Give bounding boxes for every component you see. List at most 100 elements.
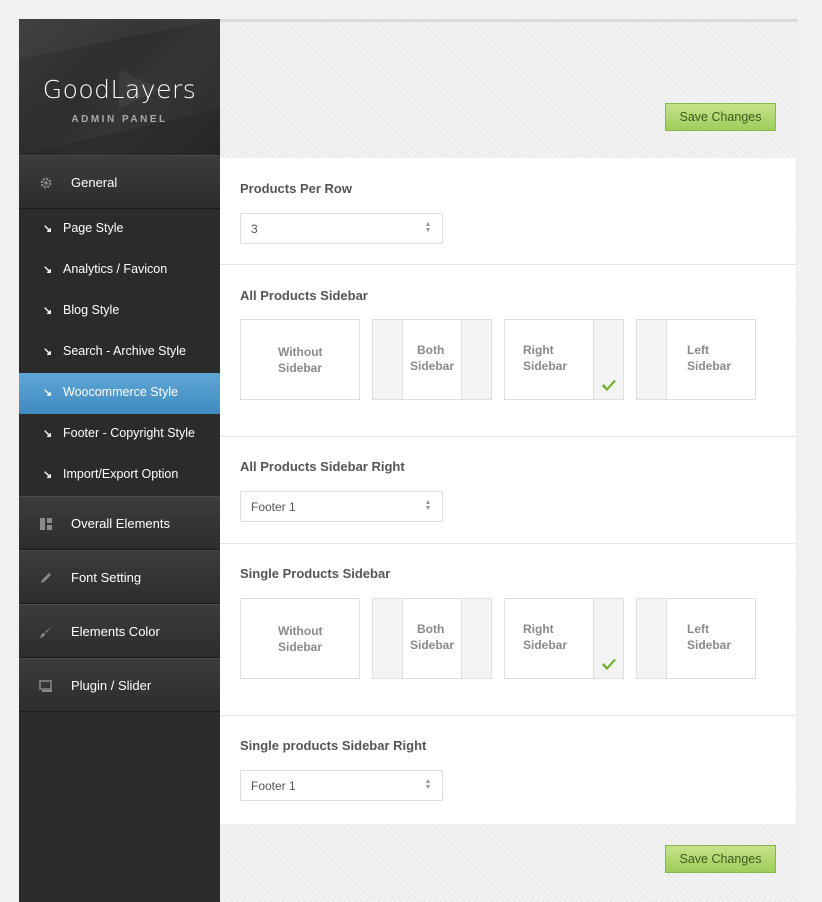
select-caret-icon: ▲ ▼ [424,499,432,512]
checkmark-icon [602,380,616,391]
sidebar-item-footer-copyright-style[interactable]: ↘ Footer - Copyright Style [19,414,220,455]
option-label-line2: Sidebar [687,638,732,652]
sidebar-option-both[interactable]: Both Sidebar [372,319,492,400]
sidebar: GoodLayers ADMIN PANEL General ↘ Page St… [19,19,220,902]
all-products-sidebar-right-select[interactable]: Footer 1 ▲ ▼ [240,491,443,522]
select-value: Footer 1 [251,779,296,793]
section-title: All Products Sidebar [240,288,368,303]
layout-icon [39,517,53,531]
sidebar-item-label: Footer - Copyright Style [63,426,195,440]
section-title: Products Per Row [240,181,352,196]
nav-item-label: Font Setting [71,570,142,585]
option-label-line1: Right [523,343,554,357]
section-single-products-sidebar: Single Products Sidebar Without Sidebar … [220,544,796,716]
option-label: Right Sidebar [523,342,567,374]
option-label-line2: Sidebar [687,359,732,373]
sidebar-item-page-style[interactable]: ↘ Page Style [19,209,220,250]
section-title: All Products Sidebar Right [240,459,405,474]
option-label-line2: Sidebar [278,361,323,375]
gear-icon [39,176,53,190]
sidebar-item-label: Search - Archive Style [63,344,186,358]
brand-subtitle: ADMIN PANEL [71,114,168,125]
save-changes-button-bottom[interactable]: Save Changes [665,845,776,873]
option-label-line2: Sidebar [523,638,568,652]
option-label-line2: Sidebar [410,638,455,652]
sidebar-option-left[interactable]: Left Sidebar [636,319,756,400]
option-label-line1: Both [417,622,445,636]
option-label-line1: Without [278,345,323,359]
sidebar-option-right[interactable]: Right Sidebar [504,319,624,400]
section-title: Single products Sidebar Right [240,738,427,753]
left-sidebar-block [637,599,667,678]
nav-general[interactable]: General [19,155,220,209]
option-label-line1: Without [278,624,323,638]
nav-plugin-slider[interactable]: Plugin / Slider [19,658,220,712]
single-products-sidebar-right-select[interactable]: Footer 1 ▲ ▼ [240,770,443,801]
settings-panel: Products Per Row 3 ▲ ▼ All Products Sideb… [220,158,796,824]
section-all-products-sidebar-right: All Products Sidebar Right Footer 1 ▲ ▼ [220,437,796,544]
sidebar-item-woocommerce-style[interactable]: ↘ Woocommerce Style [19,373,220,414]
sidebar-option-both[interactable]: Both Sidebar [372,598,492,679]
products-per-row-select[interactable]: 3 ▲ ▼ [240,213,443,244]
option-label-line1: Right [523,622,554,636]
sidebar-item-label: Page Style [63,221,124,235]
content-area: Save Changes Products Per Row 3 ▲ ▼ All P… [220,19,798,902]
checkmark-icon [602,659,616,670]
save-changes-button-top[interactable]: Save Changes [665,103,776,131]
option-label-line2: Sidebar [523,359,568,373]
section-title: Single Products Sidebar [240,566,391,581]
section-single-products-sidebar-right: Single products Sidebar Right Footer 1 ▲… [220,716,796,824]
select-value: Footer 1 [251,500,296,514]
arrow-down-right-icon: ↘ [43,387,53,399]
arrow-down-right-icon: ↘ [43,428,53,440]
option-label: Right Sidebar [523,621,567,653]
arrow-down-right-icon: ↘ [43,469,53,481]
select-value: 3 [251,222,258,236]
option-label: Both Sidebar [410,342,454,374]
nav-overall-elements[interactable]: Overall Elements [19,496,220,550]
sidebar-item-label: Blog Style [63,303,120,317]
arrow-down-right-icon: ↘ [43,223,53,235]
sidebar-option-without[interactable]: Without Sidebar [240,319,360,400]
brand-name: GoodLayers [42,75,197,104]
sidebar-item-label: Woocommerce Style [63,385,179,399]
sidebar-option-left[interactable]: Left Sidebar [636,598,756,679]
brand-header: GoodLayers ADMIN PANEL [19,19,220,155]
slider-icon [39,679,53,693]
admin-frame: GoodLayers ADMIN PANEL General ↘ Page St… [19,19,798,902]
option-label: Both Sidebar [410,621,454,653]
sidebar-option-without[interactable]: Without Sidebar [240,598,360,679]
nav-elements-color[interactable]: Elements Color [19,604,220,658]
option-label-line1: Left [687,343,709,357]
nav-font-setting[interactable]: Font Setting [19,550,220,604]
option-label-line1: Left [687,622,709,636]
nav-item-label: Overall Elements [71,516,170,531]
nav-item-label: Plugin / Slider [71,678,152,693]
sidebar-item-search-archive-style[interactable]: ↘ Search - Archive Style [19,332,220,373]
left-sidebar-block [637,320,667,399]
sidebar-item-label: Analytics / Favicon [63,262,168,276]
option-label: Left Sidebar [687,621,731,653]
sidebar-item-blog-style[interactable]: ↘ Blog Style [19,291,220,332]
section-all-products-sidebar: All Products Sidebar Without Sidebar Bot… [220,265,796,437]
brush-icon [39,625,53,639]
option-label-line1: Both [417,343,445,357]
left-sidebar-block [373,599,403,678]
select-caret-icon: ▲ ▼ [424,221,432,234]
right-sidebar-block [461,599,491,678]
nav-item-label: Elements Color [71,624,160,639]
sidebar-item-analytics-favicon[interactable]: ↘ Analytics / Favicon [19,250,220,291]
select-caret-icon: ▲ ▼ [424,778,432,791]
section-products-per-row: Products Per Row 3 ▲ ▼ [220,158,796,265]
option-label: Left Sidebar [687,342,731,374]
sidebar-item-import-export-option[interactable]: ↘ Import/Export Option [19,455,220,496]
arrow-down-right-icon: ↘ [43,264,53,276]
arrow-down-right-icon: ↘ [43,346,53,358]
nav-general-label: General [71,175,118,190]
option-label: Without Sidebar [278,623,323,655]
option-label: Without Sidebar [278,344,323,376]
option-label-line2: Sidebar [278,640,323,654]
right-sidebar-block [461,320,491,399]
sidebar-option-right[interactable]: Right Sidebar [504,598,624,679]
pencil-icon [39,571,53,585]
